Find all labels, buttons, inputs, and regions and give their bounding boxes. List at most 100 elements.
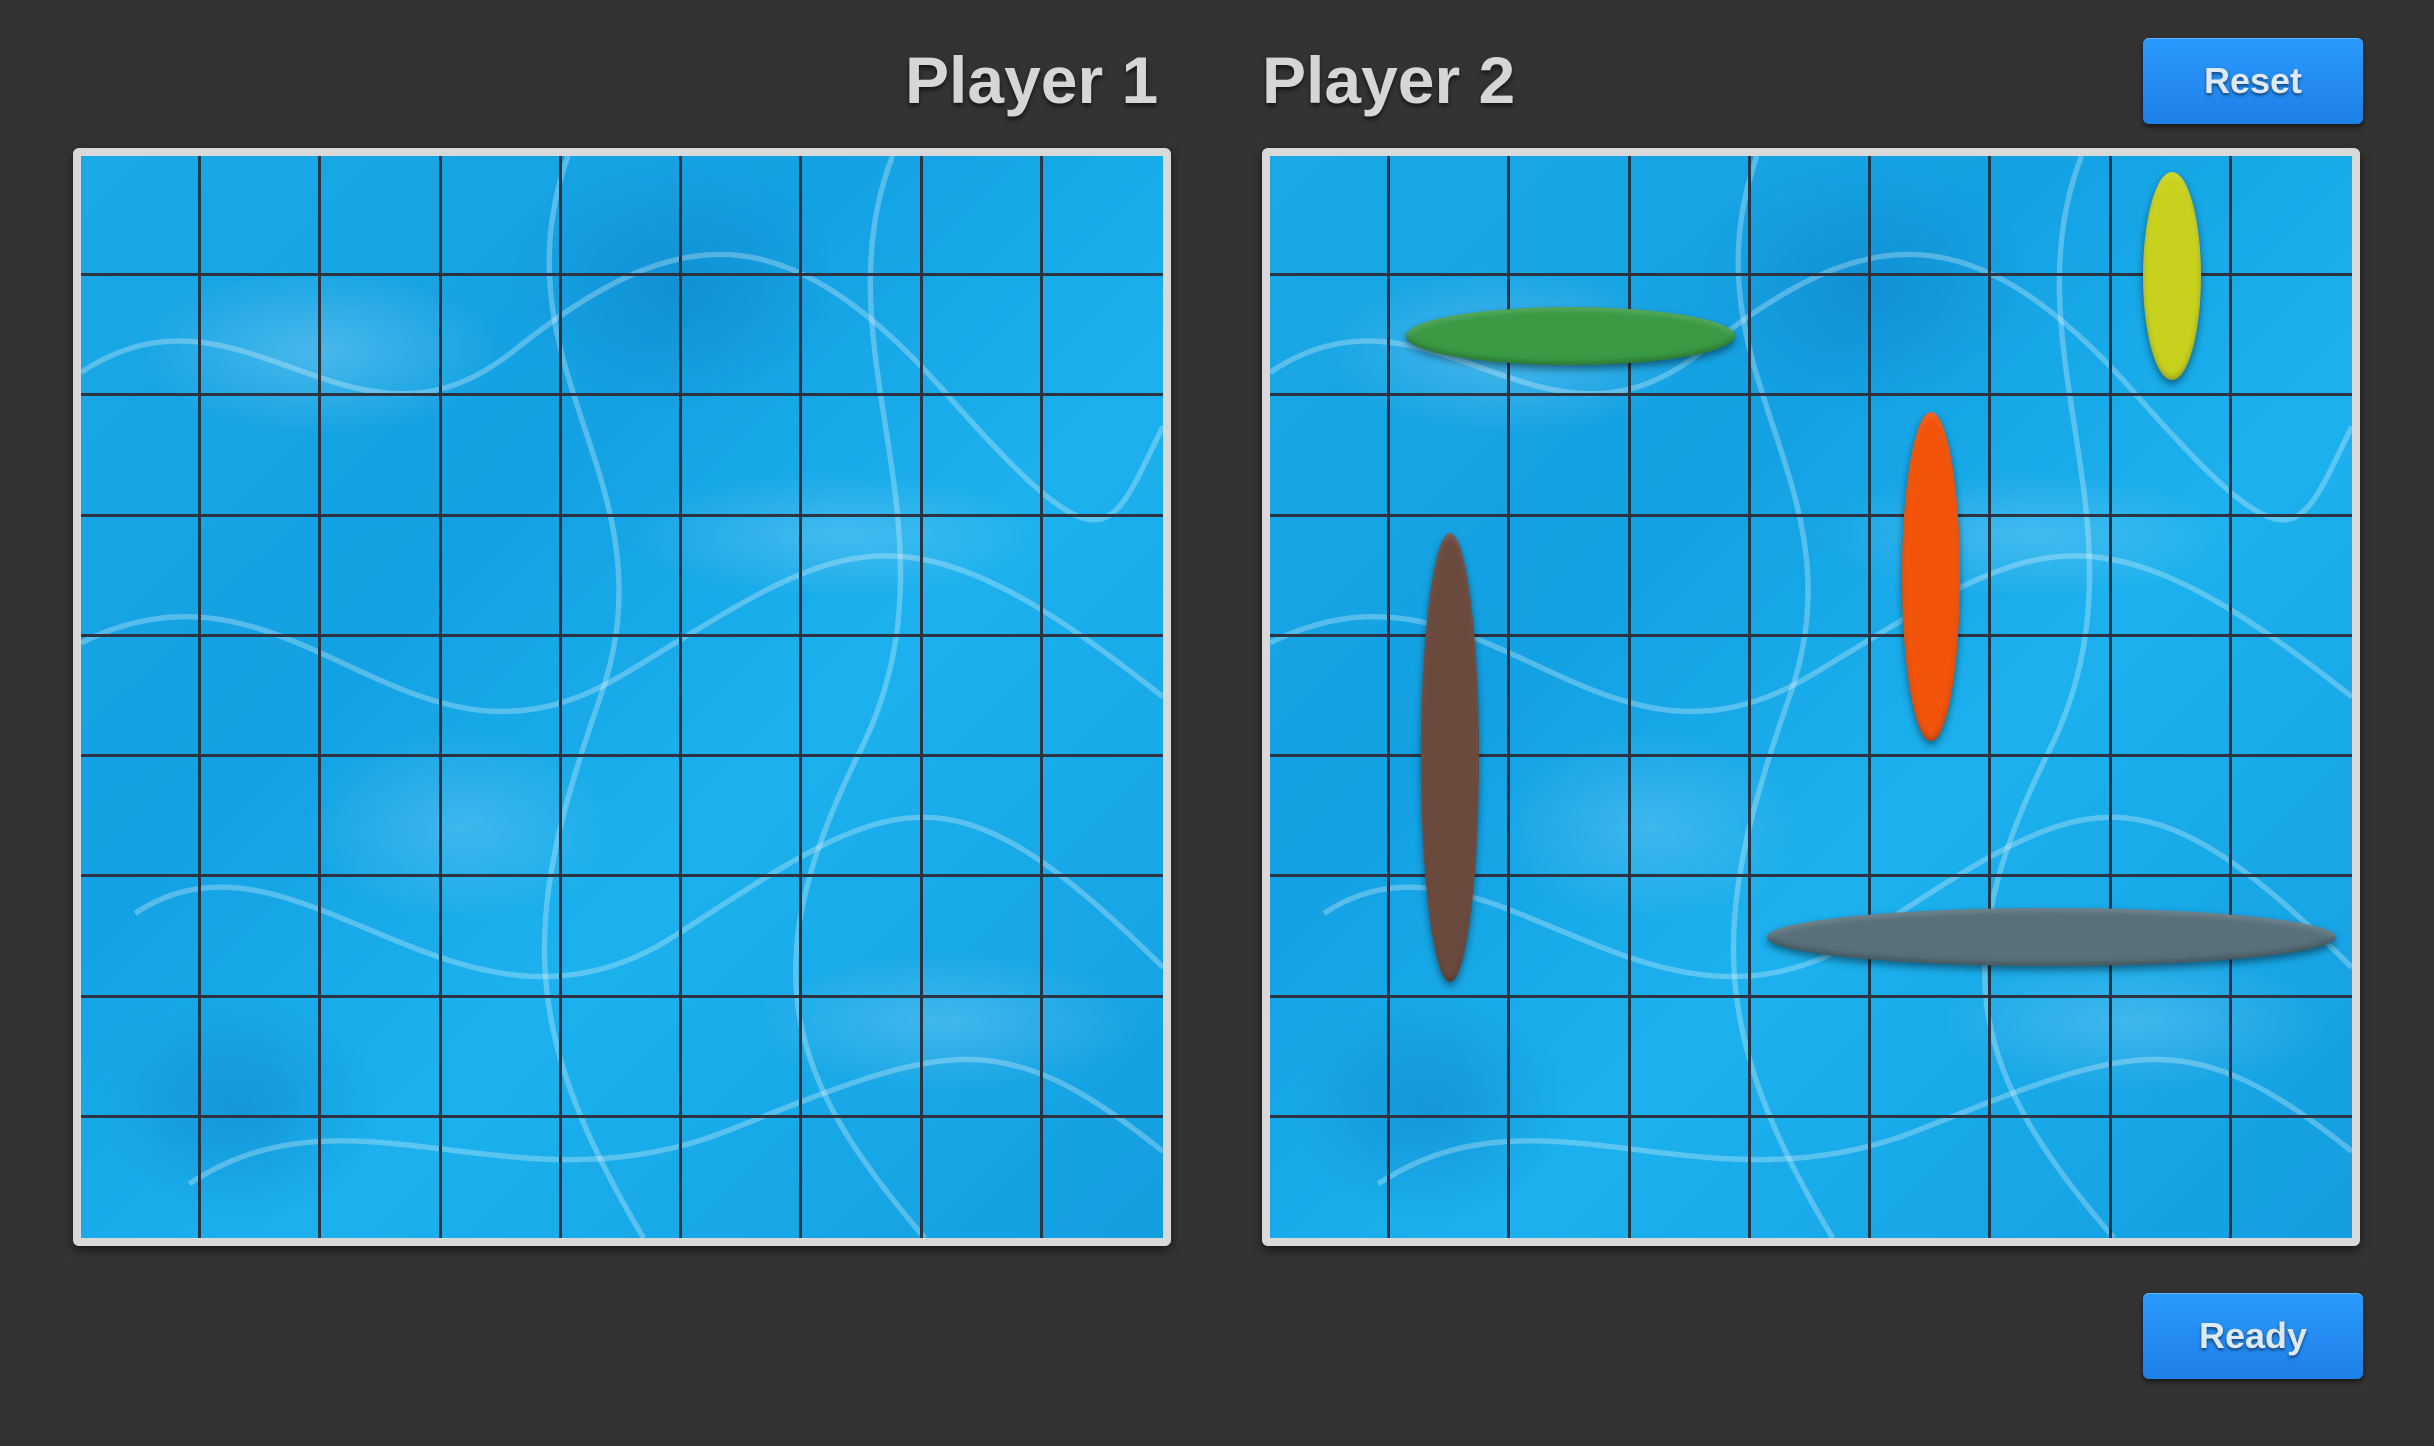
grid-cell[interactable] [201,997,322,1118]
grid-cell[interactable] [1270,997,1391,1118]
grid-cell[interactable] [561,636,683,758]
grid-cell[interactable] [922,516,1043,637]
grid-cell[interactable] [321,276,442,397]
grid-cell[interactable] [1510,1117,1631,1238]
grid-cell[interactable] [922,156,1043,277]
grid-cell[interactable] [1630,997,1751,1118]
grid-cell[interactable] [2111,516,2232,637]
grid-cell[interactable] [682,156,803,277]
grid-cell[interactable] [1991,276,2112,397]
grid-cell[interactable] [1510,877,1631,998]
grid-cell[interactable] [1042,517,1163,637]
grid-cell[interactable] [561,516,683,637]
grid-cell[interactable] [682,757,803,878]
grid-cell[interactable] [682,276,803,397]
grid-cell[interactable] [1042,396,1163,517]
grid-cell[interactable] [81,757,202,878]
grid-cell[interactable] [1042,637,1163,758]
grid-cell[interactable] [682,636,803,758]
grid-cell[interactable] [682,997,803,1118]
grid-cell[interactable] [1750,276,1872,397]
grid-cell[interactable] [1270,877,1391,998]
grid-cell[interactable] [1510,757,1631,878]
grid-cell[interactable] [81,396,202,517]
grid-cell[interactable] [922,636,1043,758]
grid-cell[interactable] [802,997,923,1118]
grid-cell[interactable] [2232,1118,2352,1238]
grid-cell[interactable] [1871,997,1992,1118]
grid-cell[interactable] [201,877,322,998]
grid-cell[interactable] [561,156,683,277]
grid-cell[interactable] [201,516,322,637]
grid-cell[interactable] [1270,636,1391,758]
grid-cell[interactable] [1630,877,1751,998]
grid-cell[interactable] [1042,757,1163,878]
grid-cell[interactable] [1042,998,1163,1118]
grid-cell[interactable] [1042,877,1163,998]
grid-cell[interactable] [1750,396,1872,517]
grid-cell[interactable] [321,156,442,277]
grid-cell[interactable] [1043,1118,1163,1238]
grid-cell[interactable] [1390,1117,1511,1238]
grid-cell[interactable] [442,1117,562,1238]
grid-cell[interactable] [922,877,1043,998]
grid-cell[interactable] [1750,156,1872,277]
grid-cell[interactable] [1991,516,2112,637]
grid-cell[interactable] [922,396,1043,517]
grid-cell[interactable] [201,636,322,758]
grid-cell[interactable] [441,396,562,517]
grid-cell[interactable] [2231,156,2352,277]
grid-cell[interactable] [1750,997,1872,1118]
grid-cell[interactable] [1991,997,2112,1118]
grid-cell[interactable] [201,276,322,397]
grid-cell[interactable] [1510,396,1631,517]
grid-cell[interactable] [2231,396,2352,517]
grid-cell[interactable] [81,276,202,397]
grid-cell[interactable] [561,396,683,517]
grid-cell[interactable] [1871,1117,1992,1238]
grid-cell[interactable] [1390,997,1511,1118]
grid-cell[interactable] [802,877,923,998]
grid-cell[interactable] [802,516,923,637]
grid-cell[interactable] [2231,637,2352,758]
grid-cell[interactable] [2231,276,2352,397]
grid-cell[interactable] [1871,156,1992,277]
grid-cell[interactable] [1042,156,1163,277]
grid-cell[interactable] [562,1117,683,1238]
grid-cell[interactable] [2112,1117,2232,1238]
grid-cell[interactable] [802,396,923,517]
grid-cell[interactable] [1510,156,1631,277]
grid-cell[interactable] [1510,636,1631,758]
grid-cell[interactable] [2111,636,2232,758]
brown-ship[interactable] [1421,532,1480,982]
grid-cell[interactable] [923,1117,1043,1238]
green-ship[interactable] [1406,307,1735,366]
grid-cell[interactable] [81,1117,202,1238]
grid-cell[interactable] [1991,1117,2112,1238]
grid-cell[interactable] [1750,757,1872,878]
grid-cell[interactable] [201,1117,322,1238]
grid-cell[interactable] [2231,757,2352,878]
player-1-grid[interactable] [81,156,1163,1238]
grid-cell[interactable] [1630,396,1751,517]
grid-cell[interactable] [802,156,923,277]
grid-cell[interactable] [1630,156,1751,277]
player-1-board[interactable] [73,148,1171,1246]
grid-cell[interactable] [81,997,202,1118]
grid-cell[interactable] [802,1117,923,1238]
grid-cell[interactable] [1631,1117,1751,1238]
grid-cell[interactable] [802,276,923,397]
grid-cell[interactable] [1270,276,1391,397]
grid-cell[interactable] [441,636,562,758]
grid-cell[interactable] [922,276,1043,397]
grid-cell[interactable] [1991,156,2112,277]
grid-cell[interactable] [321,1117,442,1238]
grid-cell[interactable] [561,997,683,1118]
grid-cell[interactable] [1750,516,1872,637]
grid-cell[interactable] [1390,156,1511,277]
grid-cell[interactable] [802,636,923,758]
grid-cell[interactable] [1630,636,1751,758]
ready-button[interactable]: Ready [2143,1293,2363,1379]
grid-cell[interactable] [922,757,1043,878]
player-2-board[interactable] [1262,148,2360,1246]
